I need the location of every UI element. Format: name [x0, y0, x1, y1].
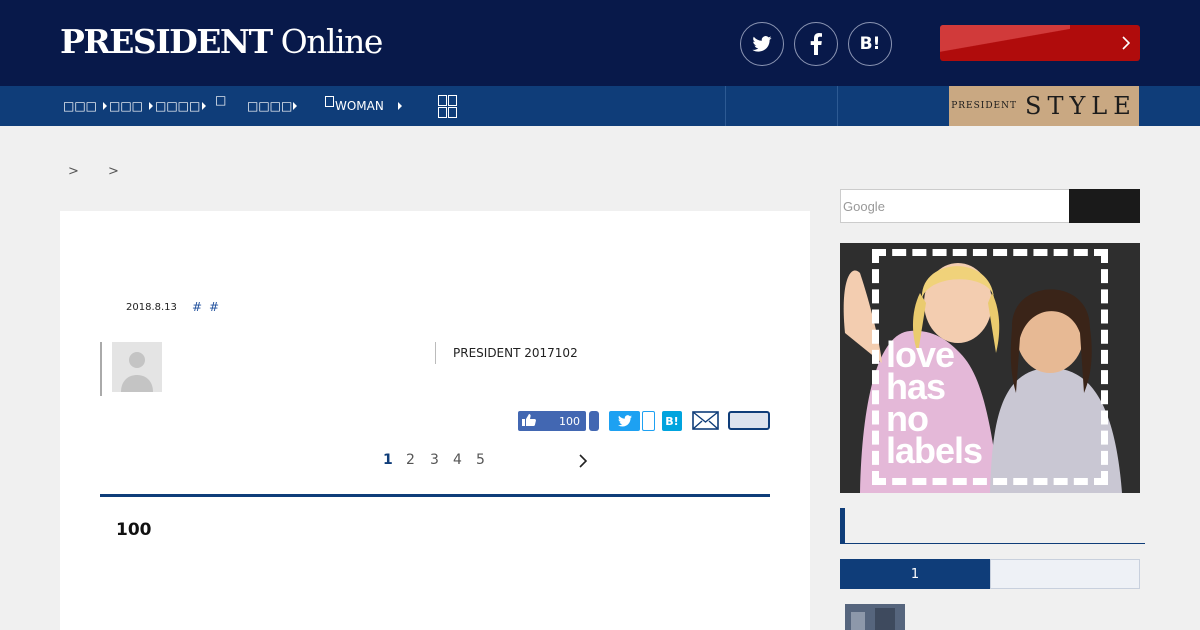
next-page-button[interactable]: [578, 453, 588, 472]
nav-item-label: □□□□: [155, 99, 201, 113]
logo-main: PRESIDENT: [60, 22, 273, 61]
cta-stripe: [940, 25, 1070, 61]
author-avatar[interactable]: [112, 342, 162, 392]
nav-item-label: □□□: [63, 99, 98, 113]
president-style-banner[interactable]: PRESIDENT STYLE: [949, 86, 1139, 126]
article-tag[interactable]: #: [192, 300, 202, 314]
article-date: 2018.8.13: [126, 302, 177, 313]
page-link[interactable]: 5: [476, 452, 485, 468]
ad-headline: love has no labels: [886, 334, 983, 471]
section-heading: 100: [116, 520, 152, 540]
hatena-follow-button[interactable]: B!: [848, 22, 892, 66]
ranking-thumbnail[interactable]: [845, 604, 905, 630]
twitter-follow-button[interactable]: [740, 22, 784, 66]
site-header: PRESIDENT Online B!: [0, 0, 1200, 86]
nav-item-5[interactable]: □□□□: [247, 86, 298, 126]
like-count: 100: [559, 414, 580, 428]
thumbs-up-icon: [522, 413, 536, 429]
nav-glyph-row: [438, 106, 458, 118]
nav-item-label: □: [215, 93, 227, 107]
facebook-like-button[interactable]: 100: [518, 411, 586, 431]
page-link-current[interactable]: 1: [383, 452, 393, 468]
thumbnail-image: [845, 604, 905, 630]
nav-item-1[interactable]: □□□: [63, 86, 108, 126]
ranking-tab-label: 1: [910, 566, 920, 582]
sidebar-ad[interactable]: love has no labels: [840, 243, 1140, 493]
share-more-button[interactable]: [728, 411, 770, 430]
tweet-button[interactable]: [609, 411, 640, 431]
style-banner-big: STYLE: [1025, 92, 1137, 120]
envelope-icon: [692, 411, 719, 430]
triangle-right-icon: [202, 102, 207, 110]
page-link[interactable]: 3: [430, 452, 439, 468]
nav-item-7[interactable]: [438, 86, 458, 126]
sidebar-section-heading: [840, 508, 1145, 544]
nav-item-woman[interactable]: WOMAN: [325, 86, 402, 126]
mail-share-button[interactable]: [692, 411, 719, 434]
logo-sub: Online: [280, 22, 384, 61]
ranking-tab[interactable]: [990, 559, 1140, 589]
triangle-right-icon: [397, 102, 402, 110]
square-icon: [325, 95, 334, 107]
facebook-share-button[interactable]: [589, 411, 599, 431]
breadcrumb-separator: >: [108, 164, 119, 179]
author-divider: [100, 342, 102, 396]
nav-item-4[interactable]: □: [215, 80, 226, 120]
site-logo[interactable]: PRESIDENT Online: [60, 22, 384, 61]
nav-glyph-row: [438, 94, 458, 106]
nav-divider: [837, 86, 838, 126]
article-tag[interactable]: #: [209, 300, 219, 314]
hatena-bookmark-button[interactable]: B!: [662, 411, 682, 431]
page-link[interactable]: 4: [453, 452, 462, 468]
tweet-count-bubble: [642, 411, 655, 431]
source-divider: [435, 342, 436, 364]
hatena-bookmark-icon: B!: [665, 414, 679, 428]
breadcrumb-separator: >: [68, 164, 79, 179]
page-link[interactable]: 2: [406, 452, 415, 468]
nav-item-label: □□□□: [247, 99, 293, 113]
chevron-right-icon: [579, 454, 588, 468]
facebook-follow-button[interactable]: [794, 22, 838, 66]
twitter-icon: [617, 412, 632, 431]
nav-item-2[interactable]: □□□: [109, 86, 154, 126]
site-search-input[interactable]: Google: [840, 189, 1070, 223]
style-banner-small: PRESIDENT: [951, 101, 1018, 111]
ranking-tab-active[interactable]: 1: [840, 559, 990, 589]
facebook-icon: [810, 33, 822, 55]
triangle-right-icon: [149, 102, 154, 110]
search-placeholder: Google: [843, 198, 885, 214]
triangle-right-icon: [103, 102, 108, 110]
section-divider: [100, 494, 770, 497]
twitter-icon: [752, 36, 772, 52]
header-cta-button[interactable]: [940, 25, 1140, 61]
article-source: PRESIDENT 2017102: [453, 346, 578, 360]
nav-divider: [725, 86, 726, 126]
nav-item-label: □□□: [109, 99, 144, 113]
nav-item-3[interactable]: □□□□: [155, 86, 207, 126]
hatena-bookmark-icon: B!: [859, 34, 881, 54]
heading-accent-bar: [840, 508, 845, 544]
nav-item-label: WOMAN: [335, 99, 384, 113]
person-icon: [121, 352, 153, 392]
triangle-right-icon: [293, 102, 298, 110]
chevron-right-icon: [1122, 35, 1131, 54]
search-button[interactable]: [1069, 189, 1140, 223]
